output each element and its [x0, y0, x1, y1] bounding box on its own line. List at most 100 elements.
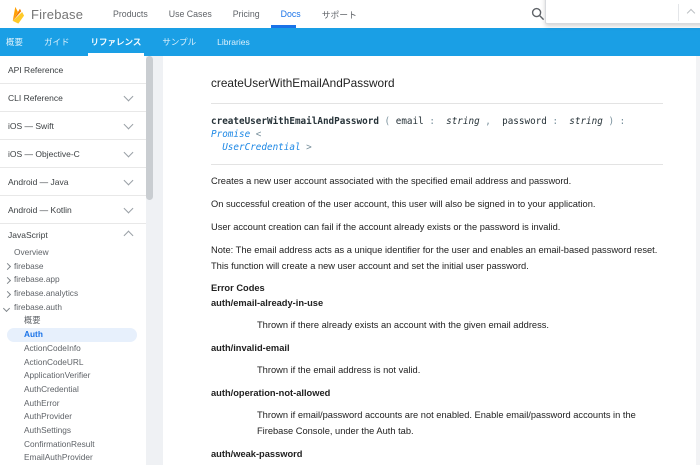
- app-header: Firebase Products Use Cases Pricing Docs サポー…: [0, 0, 700, 28]
- promise-link[interactable]: Promise: [211, 129, 250, 140]
- tree-arrow-right-icon: [3, 277, 12, 285]
- sidebar-item-label: Android — Kotlin: [8, 205, 72, 215]
- sidebar-scrollbar-track[interactable]: [146, 56, 163, 465]
- sidebar-subitem-item-5[interactable]: 概要: [0, 314, 146, 328]
- sidebar-item-label: JavaScript: [8, 230, 48, 240]
- sidebar-item-label: API Reference: [8, 65, 64, 75]
- sidebar-subitem-firebase[interactable]: firebase: [0, 260, 146, 274]
- sidebar-subitem-label: AuthCredential: [24, 383, 79, 394]
- search-panel-divider: [678, 4, 679, 21]
- sidebar-subitem-emailauthprovider[interactable]: EmailAuthProvider: [0, 451, 146, 465]
- signature-token: [211, 142, 222, 153]
- signature-token: >: [300, 142, 312, 153]
- page-scrollbar-track[interactable]: [696, 56, 700, 465]
- main-content: createUserWithEmailAndPassword createUse…: [164, 56, 696, 465]
- sidebar-subitem-authcredential[interactable]: AuthCredential: [0, 383, 146, 397]
- error-code-term: auth/operation-not-allowed: [211, 388, 331, 398]
- sidebar-subitem-label: AuthError: [24, 397, 60, 408]
- search-input-panel[interactable]: [545, 0, 700, 24]
- sidebar-subitem-confirmationresult[interactable]: ConfirmationResult: [0, 438, 146, 452]
- chevron-up-icon: [123, 230, 134, 241]
- top-nav-item-4[interactable]: サポート: [322, 8, 357, 21]
- tab-libraries[interactable]: Libraries: [217, 28, 250, 56]
- sidebar-subitem-label: Auth: [24, 329, 43, 340]
- chevron-down-icon: [123, 175, 134, 186]
- chevron-down-icon: [123, 119, 134, 130]
- top-nav: Products Use Cases Pricing Docs サポート: [113, 0, 378, 28]
- chevron-down-icon: [123, 91, 134, 102]
- error-code-desc: Thrown if there already exists an accoun…: [257, 320, 549, 330]
- brand-name: Firebase: [31, 6, 84, 22]
- tab-item-1[interactable]: ガイド: [44, 28, 70, 56]
- sidebar-subitem-applicationverifier[interactable]: ApplicationVerifier: [0, 369, 146, 383]
- sidebar-subitem-autherror[interactable]: AuthError: [0, 397, 146, 411]
- sidebar-item-ios-objective-c[interactable]: iOS — Objective-C: [0, 140, 146, 168]
- page-title: createUserWithEmailAndPassword: [211, 76, 395, 90]
- sidebar-subitem-authsettings[interactable]: AuthSettings: [0, 424, 146, 438]
- sidebar-subitem-label: ConfirmationResult: [24, 438, 95, 449]
- sidebar-subitem-firebase.auth[interactable]: firebase.auth: [0, 301, 146, 315]
- sidebar-item-cli-reference[interactable]: CLI Reference: [0, 84, 146, 112]
- sidebar-subitem-label: AuthProvider: [24, 411, 72, 422]
- search-icon[interactable]: [531, 7, 545, 21]
- sidebar-subitem-label: firebase.app: [14, 274, 60, 285]
- paragraph: On successful creation of the user accou…: [211, 199, 596, 209]
- sidebar-item-api-reference[interactable]: API Reference: [0, 56, 146, 84]
- chevron-down-icon: [123, 203, 134, 214]
- paragraph: User account creation can fail if the ac…: [211, 222, 561, 232]
- error-code-term: auth/invalid-email: [211, 343, 290, 353]
- tab-item-3[interactable]: サンプル: [162, 28, 196, 56]
- sidebar-subitem-firebase.analytics[interactable]: firebase.analytics: [0, 287, 146, 301]
- top-nav-pricing[interactable]: Pricing: [233, 9, 260, 19]
- firebase-logo[interactable]: Firebase: [10, 0, 83, 28]
- sidebar-subitem-label: Overview: [14, 247, 49, 257]
- sidebar-subitem-overview[interactable]: Overview: [0, 246, 146, 260]
- sidebar-item-label: iOS — Objective-C: [8, 149, 80, 159]
- signature-token: password: [502, 116, 547, 127]
- tree-arrow-right-icon: [3, 263, 12, 271]
- sidebar-item-javascript[interactable]: JavaScript: [0, 224, 146, 246]
- tab-item-0[interactable]: 概要: [6, 28, 23, 56]
- signature-token: email: [395, 116, 424, 127]
- dropdown-caret-icon: [686, 8, 696, 18]
- top-nav-use-cases[interactable]: Use Cases: [169, 9, 212, 19]
- sidebar-subitem-label: EmailAuthProvider: [24, 452, 93, 463]
- error-codes-list: auth/email-already-in-use Thrown if there…: [211, 296, 663, 465]
- sidebar-subitem-label: ActionCodeInfo: [24, 342, 81, 353]
- docs-tab-bar: 概要 ガイド リファレンス サンプル Libraries: [0, 28, 700, 56]
- sidebar-subitem-label: AuthSettings: [24, 424, 72, 435]
- error-code-term: auth/weak-password: [211, 449, 303, 459]
- sidebar-subitem-actioncodeurl[interactable]: ActionCodeURL: [0, 356, 146, 370]
- sidebar-nav: API Reference CLI Reference iOS — Swift iOS…: [0, 56, 146, 465]
- sidebar-subitem-actioncodeinfo[interactable]: ActionCodeInfo: [0, 342, 146, 356]
- description-paragraphs: Creates a new user account associated wi…: [211, 165, 663, 274]
- signature-token: ,: [479, 116, 503, 127]
- top-nav-docs[interactable]: Docs: [281, 9, 301, 19]
- signature-token: ) :: [602, 116, 631, 127]
- sidebar-subitem-label: ActionCodeURL: [24, 356, 84, 367]
- error-code-desc: Thrown if the email address is not valid…: [257, 365, 421, 375]
- signature-token: :: [546, 116, 570, 127]
- sidebar-item-android-java[interactable]: Android — Java: [0, 168, 146, 196]
- sidebar-item-android-kotlin[interactable]: Android — Kotlin: [0, 196, 146, 224]
- sidebar-subitem-label: firebase.auth: [14, 301, 62, 312]
- sidebar-item-label: iOS — Swift: [8, 121, 54, 131]
- top-nav-products[interactable]: Products: [113, 9, 148, 19]
- usercredential-link[interactable]: UserCredential: [222, 142, 300, 153]
- signature-token: :: [423, 116, 447, 127]
- function-signature: createUserWithEmailAndPassword ( email :…: [211, 103, 663, 165]
- signature-token: string: [446, 116, 480, 127]
- sidebar-subitem-auth[interactable]: Auth: [7, 328, 137, 342]
- error-code-term: auth/email-already-in-use: [211, 298, 324, 308]
- sidebar-item-label: Android — Java: [8, 177, 69, 187]
- tab-item-2[interactable]: リファレンス: [87, 28, 145, 56]
- signature-token: createUserWithEmailAndPassword: [211, 116, 379, 127]
- tree-arrow-right-icon: [3, 290, 12, 298]
- error-code-desc: Thrown if email/password accounts are no…: [257, 410, 636, 436]
- signature-token: <: [250, 129, 262, 140]
- sidebar-subitem-firebase.app[interactable]: firebase.app: [0, 273, 146, 287]
- sidebar-item-ios-swift[interactable]: iOS — Swift: [0, 112, 146, 140]
- sidebar-subitem-label: firebase.analytics: [14, 288, 79, 299]
- sidebar-subitem-authprovider[interactable]: AuthProvider: [0, 410, 146, 424]
- sidebar-scrollbar-thumb[interactable]: [146, 56, 153, 200]
